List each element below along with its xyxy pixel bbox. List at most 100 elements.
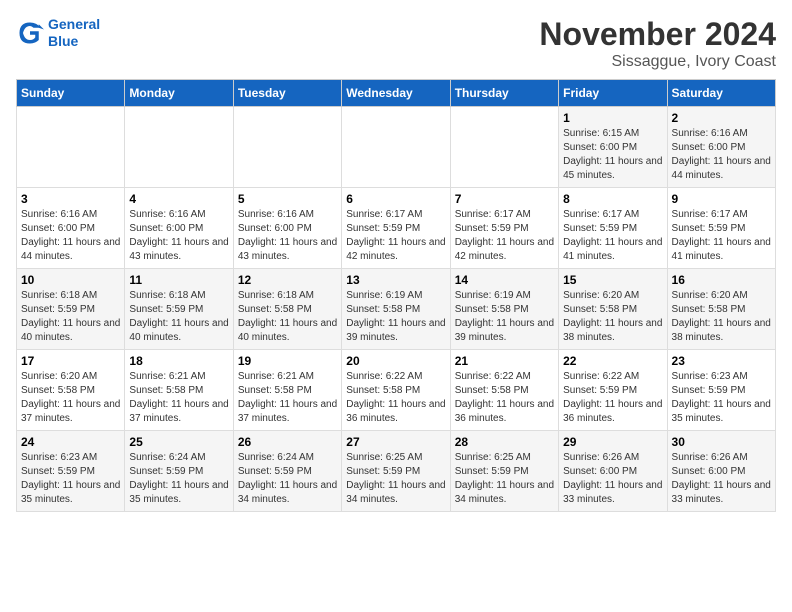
day-info: Sunrise: 6:21 AM Sunset: 5:58 PM Dayligh… bbox=[238, 370, 337, 426]
day-number: 29 bbox=[563, 435, 662, 449]
calendar-cell: 1Sunrise: 6:15 AM Sunset: 6:00 PM Daylig… bbox=[559, 107, 667, 188]
day-info: Sunrise: 6:22 AM Sunset: 5:59 PM Dayligh… bbox=[563, 370, 662, 426]
logo-icon bbox=[16, 19, 44, 47]
calendar-cell: 12 Sunrise: 6:18 AM Sunset: 5:58 PM Dayli… bbox=[233, 269, 341, 350]
day-info: Sunrise: 6:16 AM Sunset: 6:00 PM Dayligh… bbox=[672, 127, 771, 183]
day-number: 22 bbox=[563, 354, 662, 368]
calendar-cell: 14 Sunrise: 6:19 AM Sunset: 5:58 PM Dayli… bbox=[450, 269, 558, 350]
calendar-cell bbox=[125, 107, 233, 188]
day-number: 7 bbox=[455, 192, 554, 206]
calendar-cell: 2 Sunrise: 6:16 AM Sunset: 6:00 PM Daylig… bbox=[667, 107, 775, 188]
calendar-cell: 9 Sunrise: 6:17 AM Sunset: 5:59 PM Daylig… bbox=[667, 188, 775, 269]
day-info: Sunrise: 6:24 AM Sunset: 5:59 PM Dayligh… bbox=[238, 451, 337, 507]
header-row: SundayMondayTuesdayWednesdayThursdayFrid… bbox=[17, 80, 776, 107]
subtitle: Sissaggue, Ivory Coast bbox=[539, 53, 776, 71]
day-info: Sunrise: 6:19 AM Sunset: 5:58 PM Dayligh… bbox=[455, 289, 554, 345]
calendar-cell: 11 Sunrise: 6:18 AM Sunset: 5:59 PM Dayli… bbox=[125, 269, 233, 350]
calendar-cell: 23Sunrise: 6:23 AM Sunset: 5:59 PM Dayli… bbox=[667, 350, 775, 431]
day-info: Sunrise: 6:18 AM Sunset: 5:58 PM Dayligh… bbox=[238, 289, 337, 345]
calendar-cell bbox=[233, 107, 341, 188]
day-number: 11 bbox=[129, 273, 228, 287]
day-number: 23 bbox=[672, 354, 771, 368]
day-number: 19 bbox=[238, 354, 337, 368]
day-number: 6 bbox=[346, 192, 445, 206]
week-row-4: 17 Sunrise: 6:20 AM Sunset: 5:58 PM Dayli… bbox=[17, 350, 776, 431]
day-info: Sunrise: 6:22 AM Sunset: 5:58 PM Dayligh… bbox=[455, 370, 554, 426]
calendar-cell: 5Sunrise: 6:16 AM Sunset: 6:00 PM Daylig… bbox=[233, 188, 341, 269]
day-info: Sunrise: 6:17 AM Sunset: 5:59 PM Dayligh… bbox=[455, 208, 554, 264]
calendar-cell: 26 Sunrise: 6:24 AM Sunset: 5:59 PM Dayli… bbox=[233, 431, 341, 512]
calendar-table: SundayMondayTuesdayWednesdayThursdayFrid… bbox=[16, 79, 776, 512]
calendar-cell: 18Sunrise: 6:21 AM Sunset: 5:58 PM Dayli… bbox=[125, 350, 233, 431]
calendar-cell: 19 Sunrise: 6:21 AM Sunset: 5:58 PM Dayli… bbox=[233, 350, 341, 431]
day-number: 12 bbox=[238, 273, 337, 287]
day-info: Sunrise: 6:16 AM Sunset: 6:00 PM Dayligh… bbox=[129, 208, 228, 264]
day-number: 26 bbox=[238, 435, 337, 449]
calendar-cell: 4 Sunrise: 6:16 AM Sunset: 6:00 PM Daylig… bbox=[125, 188, 233, 269]
day-info: Sunrise: 6:20 AM Sunset: 5:58 PM Dayligh… bbox=[672, 289, 771, 345]
day-info: Sunrise: 6:23 AM Sunset: 5:59 PM Dayligh… bbox=[21, 451, 120, 507]
day-info: Sunrise: 6:22 AM Sunset: 5:58 PM Dayligh… bbox=[346, 370, 445, 426]
day-info: Sunrise: 6:17 AM Sunset: 5:59 PM Dayligh… bbox=[346, 208, 445, 264]
day-info: Sunrise: 6:25 AM Sunset: 5:59 PM Dayligh… bbox=[455, 451, 554, 507]
day-info: Sunrise: 6:16 AM Sunset: 6:00 PM Dayligh… bbox=[21, 208, 120, 264]
day-info: Sunrise: 6:24 AM Sunset: 5:59 PM Dayligh… bbox=[129, 451, 228, 507]
main-title: November 2024 bbox=[539, 16, 776, 53]
calendar-cell: 25 Sunrise: 6:24 AM Sunset: 5:59 PM Dayli… bbox=[125, 431, 233, 512]
calendar-cell: 7 Sunrise: 6:17 AM Sunset: 5:59 PM Daylig… bbox=[450, 188, 558, 269]
day-info: Sunrise: 6:18 AM Sunset: 5:59 PM Dayligh… bbox=[129, 289, 228, 345]
calendar-cell: 17 Sunrise: 6:20 AM Sunset: 5:58 PM Dayli… bbox=[17, 350, 125, 431]
day-number: 15 bbox=[563, 273, 662, 287]
calendar-cell bbox=[17, 107, 125, 188]
week-row-2: 3 Sunrise: 6:16 AM Sunset: 6:00 PM Daylig… bbox=[17, 188, 776, 269]
calendar-cell: 13 Sunrise: 6:19 AM Sunset: 5:58 PM Dayli… bbox=[342, 269, 450, 350]
day-info: Sunrise: 6:26 AM Sunset: 6:00 PM Dayligh… bbox=[672, 451, 771, 507]
logo-text: General Blue bbox=[48, 16, 100, 50]
calendar-cell: 27 Sunrise: 6:25 AM Sunset: 5:59 PM Dayli… bbox=[342, 431, 450, 512]
week-row-5: 24 Sunrise: 6:23 AM Sunset: 5:59 PM Dayli… bbox=[17, 431, 776, 512]
day-info: Sunrise: 6:17 AM Sunset: 5:59 PM Dayligh… bbox=[672, 208, 771, 264]
day-info: Sunrise: 6:25 AM Sunset: 5:59 PM Dayligh… bbox=[346, 451, 445, 507]
title-section: November 2024 Sissaggue, Ivory Coast bbox=[539, 16, 776, 71]
day-number: 5 bbox=[238, 192, 337, 206]
day-number: 25 bbox=[129, 435, 228, 449]
header: General Blue November 2024 Sissaggue, Iv… bbox=[16, 16, 776, 71]
day-number: 9 bbox=[672, 192, 771, 206]
day-number: 14 bbox=[455, 273, 554, 287]
calendar-cell: 16Sunrise: 6:20 AM Sunset: 5:58 PM Dayli… bbox=[667, 269, 775, 350]
day-info: Sunrise: 6:19 AM Sunset: 5:58 PM Dayligh… bbox=[346, 289, 445, 345]
day-number: 27 bbox=[346, 435, 445, 449]
calendar-cell: 21 Sunrise: 6:22 AM Sunset: 5:58 PM Dayli… bbox=[450, 350, 558, 431]
day-number: 28 bbox=[455, 435, 554, 449]
day-number: 4 bbox=[129, 192, 228, 206]
calendar-cell: 29 Sunrise: 6:26 AM Sunset: 6:00 PM Dayli… bbox=[559, 431, 667, 512]
day-header-thursday: Thursday bbox=[450, 80, 558, 107]
calendar-cell: 15 Sunrise: 6:20 AM Sunset: 5:58 PM Dayli… bbox=[559, 269, 667, 350]
day-number: 21 bbox=[455, 354, 554, 368]
day-header-sunday: Sunday bbox=[17, 80, 125, 107]
calendar-cell bbox=[450, 107, 558, 188]
day-header-monday: Monday bbox=[125, 80, 233, 107]
day-number: 3 bbox=[21, 192, 120, 206]
day-header-tuesday: Tuesday bbox=[233, 80, 341, 107]
day-info: Sunrise: 6:20 AM Sunset: 5:58 PM Dayligh… bbox=[563, 289, 662, 345]
day-number: 17 bbox=[21, 354, 120, 368]
calendar-cell: 8Sunrise: 6:17 AM Sunset: 5:59 PM Daylig… bbox=[559, 188, 667, 269]
day-number: 2 bbox=[672, 111, 771, 125]
calendar-cell: 22 Sunrise: 6:22 AM Sunset: 5:59 PM Dayli… bbox=[559, 350, 667, 431]
week-row-1: 1Sunrise: 6:15 AM Sunset: 6:00 PM Daylig… bbox=[17, 107, 776, 188]
day-number: 10 bbox=[21, 273, 120, 287]
day-info: Sunrise: 6:26 AM Sunset: 6:00 PM Dayligh… bbox=[563, 451, 662, 507]
day-header-friday: Friday bbox=[559, 80, 667, 107]
day-header-saturday: Saturday bbox=[667, 80, 775, 107]
calendar-cell: 28 Sunrise: 6:25 AM Sunset: 5:59 PM Dayli… bbox=[450, 431, 558, 512]
day-number: 24 bbox=[21, 435, 120, 449]
calendar-cell bbox=[342, 107, 450, 188]
day-number: 1 bbox=[563, 111, 662, 125]
day-info: Sunrise: 6:20 AM Sunset: 5:58 PM Dayligh… bbox=[21, 370, 120, 426]
calendar-cell: 6 Sunrise: 6:17 AM Sunset: 5:59 PM Daylig… bbox=[342, 188, 450, 269]
calendar-cell: 20Sunrise: 6:22 AM Sunset: 5:58 PM Dayli… bbox=[342, 350, 450, 431]
calendar-cell: 10Sunrise: 6:18 AM Sunset: 5:59 PM Dayli… bbox=[17, 269, 125, 350]
calendar-cell: 3 Sunrise: 6:16 AM Sunset: 6:00 PM Daylig… bbox=[17, 188, 125, 269]
day-number: 13 bbox=[346, 273, 445, 287]
